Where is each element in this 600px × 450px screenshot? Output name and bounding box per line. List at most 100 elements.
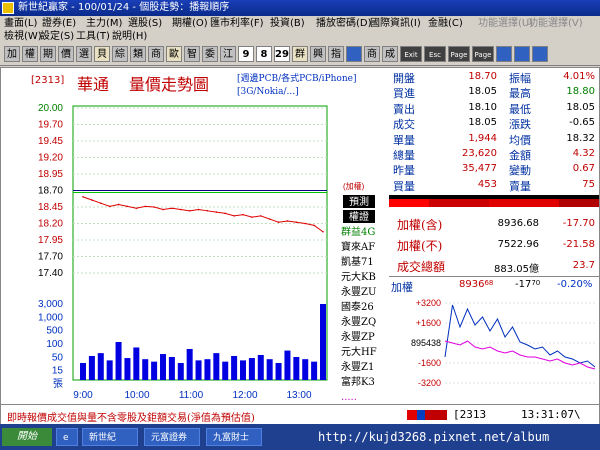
toolbar-button-18[interactable]: 指 (328, 46, 344, 62)
warrant-item[interactable]: 永豐Z1 (341, 360, 374, 373)
menu-item-4[interactable]: 期權(O) (172, 17, 208, 30)
quote-label-l2-5: 金額 (509, 149, 531, 162)
rights-box[interactable]: 權證 (343, 210, 375, 223)
toolbar-button-4[interactable]: 選 (76, 46, 92, 62)
menu-item-11[interactable]: 功能選擇(V) (528, 17, 583, 30)
menu-item-9[interactable]: 金融(C) (428, 17, 463, 30)
warrant-item[interactable]: 永豐ZU (341, 285, 376, 298)
price-point (153, 206, 155, 208)
index-change-2: 23.7 (572, 260, 595, 271)
warrant-item[interactable]: 元大KB (341, 270, 376, 283)
price-point (197, 208, 200, 211)
warrant-item[interactable]: ..... (341, 392, 357, 403)
menu-item-8[interactable]: 國際資訊(I) (370, 17, 421, 30)
warrant-item[interactable]: 群益4G (341, 225, 375, 238)
warrant-item[interactable]: 富邦K3 (341, 375, 375, 388)
warrant-item[interactable]: 元大HF (341, 345, 377, 358)
menu-item-14[interactable]: 工具(T) (76, 30, 110, 43)
warrant-item[interactable]: 永豐ZQ (341, 315, 376, 328)
mini-pct: -0.20% (557, 279, 593, 290)
toolbar-button-27[interactable] (514, 46, 530, 62)
toolbar-button-20[interactable]: 商 (364, 46, 380, 62)
index-mini-chart[interactable]: 加權 893668 -1770 -0.20% +3200 +1600 895438 -… (389, 276, 599, 392)
menu-item-3[interactable]: 選股(S) (128, 17, 162, 30)
watermark-url: http://kujd3268.pixnet.net/album (318, 430, 550, 444)
toolbar-button-24[interactable]: Page Up (448, 46, 470, 75)
price-point (179, 208, 182, 211)
toolbar-button-5[interactable]: 貝 (94, 46, 110, 62)
toolbar-button-17[interactable]: 興 (310, 46, 326, 62)
toolbar-button-2[interactable]: 期 (40, 46, 56, 62)
toolbar-button-21[interactable]: 成 (382, 46, 398, 62)
mini-series-a (444, 304, 596, 368)
warrant-item[interactable]: 寶來AF (341, 240, 375, 253)
menu-item-7[interactable]: 播放密碼(D) (316, 17, 372, 30)
mini-tick-label: +1600 (416, 318, 441, 328)
price-tick-label: 18.20 (38, 219, 63, 230)
toolbar-button-10[interactable]: 智 (184, 46, 200, 62)
rights-label: 權證 (349, 210, 369, 223)
toolbar-button-7[interactable]: 類 (130, 46, 146, 62)
taskbar-item-2[interactable]: 元富證券 (144, 428, 200, 446)
price-tick-label: 17.70 (38, 252, 63, 263)
warrant-item[interactable]: 凱基71 (341, 255, 374, 268)
quote-value-v1-7: 453 (477, 178, 497, 190)
price-point (108, 205, 111, 208)
menu-item-13[interactable]: 設定(S) (40, 30, 74, 43)
toolbar-button-3[interactable]: 價 (58, 46, 74, 62)
forecast-box[interactable]: 預測 (343, 195, 375, 208)
menu-item-15[interactable]: 說明(H) (112, 30, 147, 43)
volume-tick-label: 張 (53, 378, 63, 390)
warrant-item[interactable]: 永豐ZP (341, 330, 375, 343)
toolbar-button-0[interactable]: 加 (4, 46, 20, 62)
price-point (233, 215, 235, 217)
warrant-item[interactable]: 國泰26 (341, 300, 374, 313)
mini-tick-label: 895438 (411, 338, 441, 348)
mini-tick-label: -3200 (418, 378, 441, 388)
status-time: 13:31:07\ (521, 408, 581, 421)
price-point (268, 218, 271, 220)
toolbar-button-15[interactable]: 29 (274, 46, 290, 62)
menu-item-2[interactable]: 主力(M) (86, 17, 122, 30)
taskbar-item-3[interactable]: 九富財士 (206, 428, 262, 446)
quote-label-l2-3: 漲跌 (509, 118, 531, 132)
chart-panel: [2313] 華通 量價走勢圖 [週邊PCB/各式PCB/iPhone] [3G… (1, 68, 387, 425)
price-tick-label: 19.20 (38, 153, 63, 164)
toolbar-button-14[interactable]: 8 (256, 46, 272, 62)
menu-item-10[interactable]: 功能選擇(U) (478, 17, 533, 30)
quote-value-v2-0: 4.01% (563, 71, 595, 82)
volume-bar (160, 354, 166, 380)
toolbar-button-11[interactable]: 委 (202, 46, 218, 62)
taskbar-item-1[interactable]: 新世紀 (82, 428, 138, 446)
menu-item-5[interactable]: 匯市利率(F) (210, 17, 264, 30)
index-value-1: 7522.96 (497, 239, 539, 250)
menu-item-6[interactable]: 投資(B) (270, 17, 305, 30)
index-info: 加權(含) 8936.68 -17.70 加權(不) 7522.96 -21.58 成交總額… (389, 210, 599, 276)
mini-change-dec: 70 (531, 279, 541, 287)
toolbar-button-28[interactable] (532, 46, 548, 62)
taskbar-item-0[interactable]: e (56, 428, 78, 446)
menu-item-1[interactable]: 證券(E) (42, 17, 76, 30)
quote-label-l2-6: 變動 (509, 164, 531, 178)
toolbar-button-19[interactable] (346, 46, 362, 62)
volume-bar (284, 350, 291, 380)
title-bar: 新世紀贏家 - 100/01/24 - 個股走勢：播報順序 (0, 0, 600, 16)
toolbar-button-8[interactable]: 商 (148, 46, 164, 62)
menu-item-0[interactable]: 畫面(L) (4, 17, 37, 30)
toolbar-button-12[interactable]: 江 (220, 46, 236, 62)
toolbar-button-6[interactable]: 綜 (112, 46, 128, 62)
toolbar-button-13[interactable]: 9 (238, 46, 254, 62)
toolbar-button-23[interactable]: Esc (424, 46, 446, 62)
toolbar-button-9[interactable]: 歐 (166, 46, 182, 62)
toolbar-button-25[interactable]: Page Down (472, 46, 494, 75)
toolbar-button-26[interactable] (496, 46, 512, 62)
main-area: [2313] 華通 量價走勢圖 [週邊PCB/各式PCB/iPhone] [3G… (0, 67, 600, 425)
toolbar-button-16[interactable]: 群 (292, 46, 308, 62)
start-button[interactable]: 開始 (2, 428, 52, 446)
toolbar-button-22[interactable]: Exit (400, 46, 422, 62)
toolbar-button-1[interactable]: 權 (22, 46, 38, 62)
price-volume-chart[interactable]: 20.00 19.70 19.45 19.20 18.95 18.70 18.45 18.20… (1, 68, 387, 404)
price-point (295, 221, 298, 224)
menu-item-12[interactable]: 檢視(W) (4, 30, 42, 43)
mini-value-dec: 68 (484, 279, 494, 287)
